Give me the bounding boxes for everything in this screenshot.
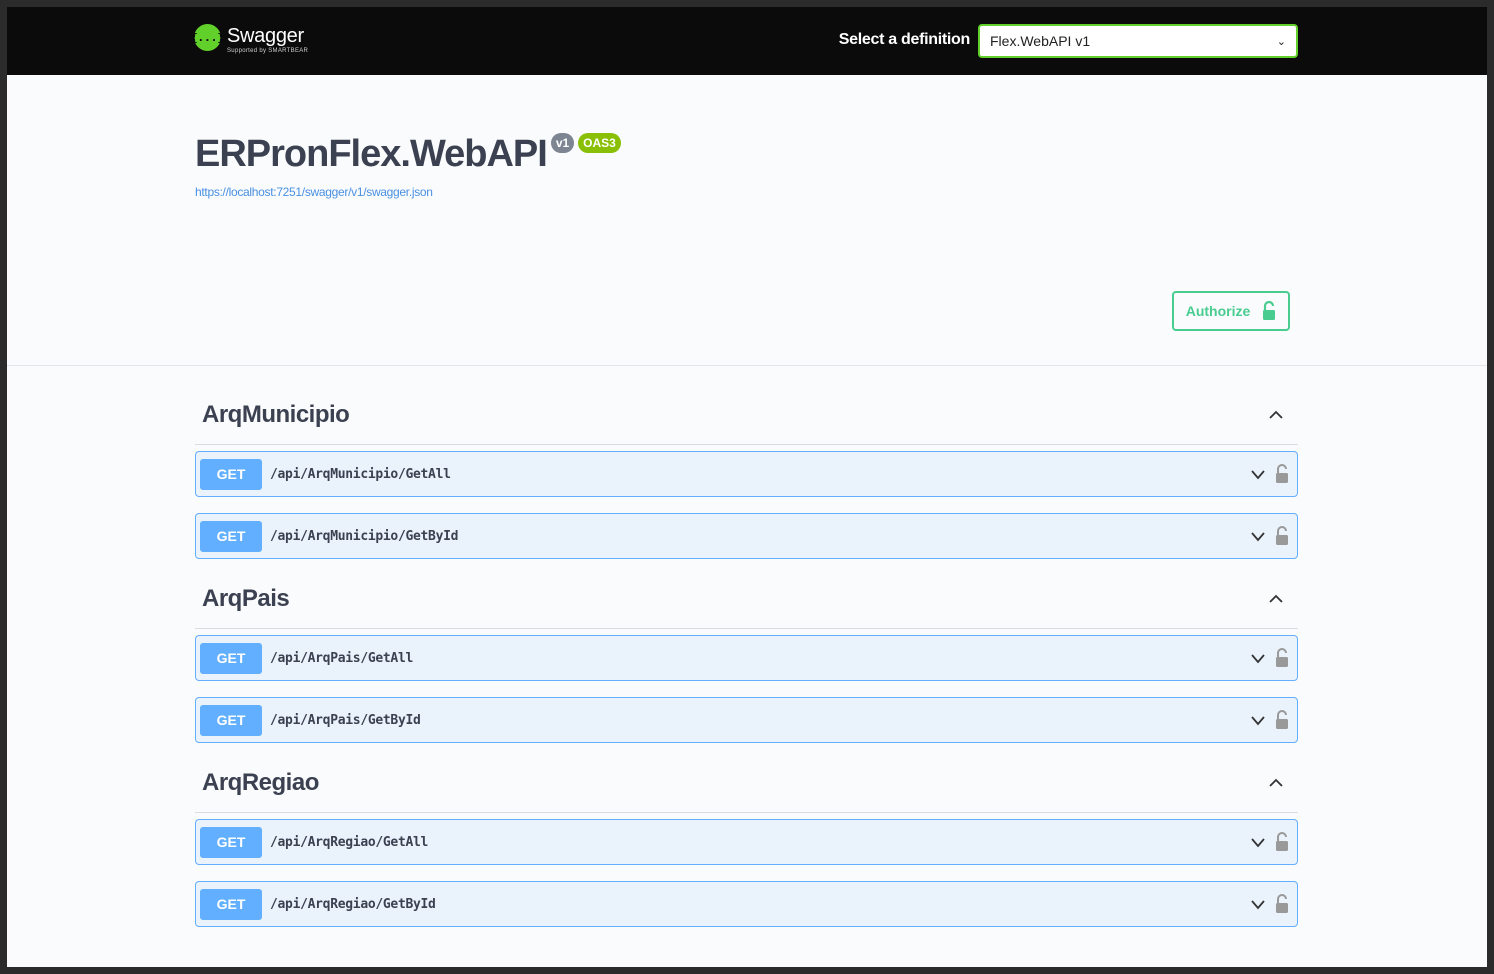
- chevron-down-icon[interactable]: [1249, 711, 1267, 729]
- tag-group: ArqMunicipio GET/api/ArqMunicipio/GetAll G…: [195, 385, 1298, 575]
- tag-header[interactable]: ArqPais: [195, 569, 1298, 629]
- operation-path: /api/ArqMunicipio/GetAll: [270, 466, 451, 482]
- tag-header[interactable]: ArqMunicipio: [195, 385, 1298, 445]
- method-badge: GET: [200, 888, 262, 920]
- tag-group: ArqRegiao GET/api/ArqRegiao/GetAll GET/api…: [195, 753, 1298, 927]
- unlock-icon[interactable]: [1275, 710, 1289, 730]
- unlock-icon[interactable]: [1275, 526, 1289, 546]
- definition-label: Select a definition: [838, 31, 971, 48]
- operation-row[interactable]: GET/api/ArqRegiao/GetById: [195, 881, 1298, 927]
- chevron-down-icon[interactable]: [1249, 895, 1267, 913]
- operation-path: /api/ArqRegiao/GetAll: [270, 834, 429, 850]
- method-badge: GET: [200, 520, 262, 552]
- unlock-icon[interactable]: [1275, 648, 1289, 668]
- operation-row[interactable]: GET/api/ArqMunicipio/GetById: [195, 513, 1298, 559]
- tag-group: ArqPais GET/api/ArqPais/GetAll GET/api/Arq…: [195, 569, 1298, 759]
- tag-title: ArqPais: [202, 584, 290, 612]
- operation-path: /api/ArqPais/GetById: [270, 712, 421, 728]
- definition-select[interactable]: Flex.WebAPI v1 ⌄: [978, 24, 1298, 58]
- operation-path: /api/ArqPais/GetAll: [270, 650, 414, 666]
- chevron-down-icon[interactable]: [1249, 649, 1267, 667]
- swagger-logo[interactable]: {...} Swagger Supported by SMARTBEAR: [191, 18, 309, 62]
- chevron-up-icon[interactable]: [1266, 773, 1286, 793]
- chevron-down-icon[interactable]: [1249, 833, 1267, 851]
- tag-title: ArqRegiao: [202, 768, 319, 796]
- logo-name: Swagger: [227, 24, 304, 47]
- unlock-icon: [1263, 301, 1276, 320]
- swagger-logo-icon: {...}: [191, 23, 224, 51]
- chevron-down-icon[interactable]: [1249, 465, 1267, 483]
- swagger-page: {...} Swagger Supported by SMARTBEAR Sel…: [7, 7, 1487, 967]
- logo-subtitle: Supported by SMARTBEAR: [227, 47, 309, 54]
- method-badge: GET: [200, 826, 262, 858]
- definition-value: Flex.WebAPI v1: [990, 33, 1091, 49]
- unlock-icon[interactable]: [1275, 832, 1289, 852]
- api-info: ERPronFlex.WebAPI v1 OAS3 https://localh…: [195, 131, 621, 199]
- authorize-button[interactable]: Authorize: [1172, 291, 1290, 331]
- divider: [7, 365, 1487, 366]
- authorize-label: Authorize: [1185, 303, 1251, 319]
- unlock-icon[interactable]: [1275, 894, 1289, 914]
- tag-list: ArqMunicipio GET/api/ArqMunicipio/GetAll G…: [195, 385, 1298, 939]
- page-title: ERPronFlex.WebAPI: [195, 133, 548, 175]
- tag-title: ArqMunicipio: [202, 400, 350, 428]
- chevron-down-icon[interactable]: [1249, 527, 1267, 545]
- operation-path: /api/ArqRegiao/GetById: [270, 896, 436, 912]
- operation-row[interactable]: GET/api/ArqMunicipio/GetAll: [195, 451, 1298, 497]
- chevron-down-icon: ⌄: [1276, 35, 1286, 48]
- method-badge: GET: [200, 704, 262, 736]
- chevron-up-icon[interactable]: [1266, 589, 1286, 609]
- version-badge: v1: [550, 133, 575, 153]
- operation-row[interactable]: GET/api/ArqPais/GetById: [195, 697, 1298, 743]
- operation-row[interactable]: GET/api/ArqPais/GetAll: [195, 635, 1298, 681]
- tag-header[interactable]: ArqRegiao: [195, 753, 1298, 813]
- operation-row[interactable]: GET/api/ArqRegiao/GetAll: [195, 819, 1298, 865]
- method-badge: GET: [200, 458, 262, 490]
- oas-badge: OAS3: [578, 133, 621, 153]
- topbar: {...} Swagger Supported by SMARTBEAR Sel…: [7, 7, 1487, 75]
- spec-url-link[interactable]: https://localhost:7251/swagger/v1/swagge…: [195, 185, 621, 199]
- unlock-icon[interactable]: [1275, 464, 1289, 484]
- chevron-up-icon[interactable]: [1266, 405, 1286, 425]
- operation-path: /api/ArqMunicipio/GetById: [270, 528, 459, 544]
- method-badge: GET: [200, 642, 262, 674]
